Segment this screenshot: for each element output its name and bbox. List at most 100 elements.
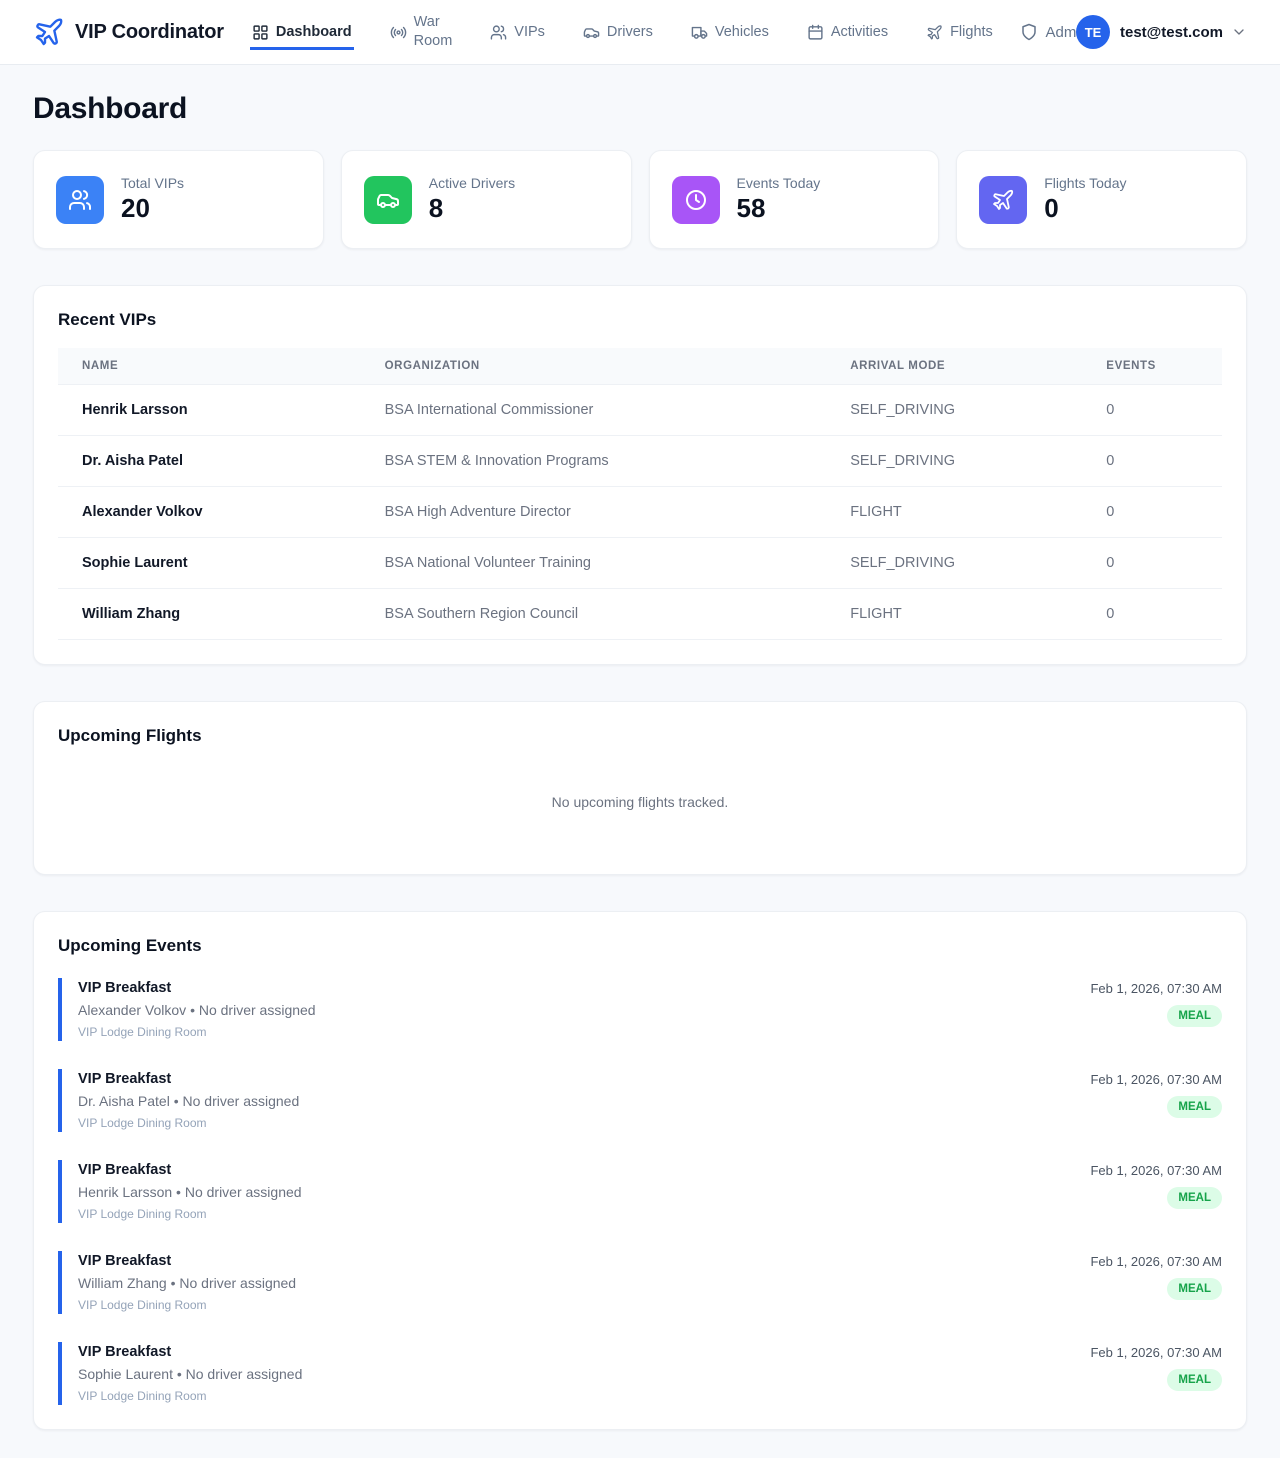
- event-type-badge: MEAL: [1167, 1096, 1222, 1118]
- user-email[interactable]: test@test.com: [1120, 24, 1223, 41]
- plane-icon: [979, 176, 1027, 224]
- table-row: Dr. Aisha Patel BSA STEM & Innovation Pr…: [58, 436, 1222, 487]
- clock-icon: [672, 176, 720, 224]
- event-title: VIP Breakfast: [78, 1253, 296, 1269]
- upcoming-events-title: Upcoming Events: [58, 936, 1222, 956]
- recent-vips-card: Recent VIPs NameOrganizationArrival Mode…: [33, 285, 1247, 665]
- column-header: Name: [58, 348, 361, 385]
- event-type-badge: MEAL: [1167, 1187, 1222, 1209]
- stats-row: Total VIPs 20 Active Drivers 8 Events To…: [33, 150, 1247, 249]
- event-title: VIP Breakfast: [78, 1344, 302, 1360]
- event-type-badge: MEAL: [1167, 1278, 1222, 1300]
- vip-arrival-mode: FLIGHT: [826, 487, 1082, 538]
- stat-label: Events Today: [737, 175, 821, 191]
- table-header-row: NameOrganizationArrival ModeEvents: [58, 348, 1222, 385]
- empty-flights-message: No upcoming flights tracked.: [58, 746, 1222, 850]
- nav-item-war-room[interactable]: War Room: [388, 7, 455, 60]
- car-icon: [583, 24, 600, 41]
- event-item: VIP Breakfast Dr. Aisha Patel • No drive…: [58, 1069, 1222, 1132]
- stat-label: Total VIPs: [121, 175, 184, 191]
- shield-icon: [1020, 23, 1038, 41]
- event-location: VIP Lodge Dining Room: [78, 1207, 302, 1221]
- vip-name: William Zhang: [58, 589, 361, 640]
- plane-icon: [926, 24, 943, 41]
- stat-value: 20: [121, 193, 184, 224]
- car-icon: [364, 176, 412, 224]
- recent-vips-table: NameOrganizationArrival ModeEvents Henri…: [58, 348, 1222, 640]
- event-type-badge: MEAL: [1167, 1005, 1222, 1027]
- vip-organization: BSA International Commissioner: [361, 385, 827, 436]
- event-datetime: Feb 1, 2026, 07:30 AM: [1090, 981, 1222, 996]
- users-icon: [490, 24, 507, 41]
- plane-logo-icon: [33, 16, 65, 48]
- stat-card: Events Today 58: [649, 150, 940, 249]
- nav-item-flights[interactable]: Flights: [924, 17, 995, 51]
- top-navbar: VIP Coordinator Dashboard War Room VIPs …: [0, 0, 1280, 65]
- event-datetime: Feb 1, 2026, 07:30 AM: [1090, 1345, 1222, 1360]
- event-datetime: Feb 1, 2026, 07:30 AM: [1090, 1254, 1222, 1269]
- recent-vips-title: Recent VIPs: [58, 310, 1222, 330]
- nav-item-activities[interactable]: Activities: [805, 17, 890, 51]
- upcoming-flights-card: Upcoming Flights No upcoming flights tra…: [33, 701, 1247, 875]
- brand-name: VIP Coordinator: [75, 21, 224, 44]
- chevron-down-icon[interactable]: [1231, 24, 1247, 40]
- main-content: Dashboard Total VIPs 20 Active Drivers 8: [0, 92, 1280, 1456]
- vip-name: Dr. Aisha Patel: [58, 436, 361, 487]
- nav-item-dashboard[interactable]: Dashboard: [250, 17, 354, 51]
- main-nav: Dashboard War Room VIPs Drivers Vehicles: [250, 7, 995, 57]
- column-header: Organization: [361, 348, 827, 385]
- nav-item-vips[interactable]: VIPs: [488, 17, 547, 51]
- avatar[interactable]: TE: [1076, 15, 1110, 49]
- page-title: Dashboard: [33, 92, 1247, 126]
- event-item: VIP Breakfast Henrik Larsson • No driver…: [58, 1160, 1222, 1223]
- column-header: Arrival Mode: [826, 348, 1082, 385]
- event-subtitle: Alexander Volkov • No driver assigned: [78, 1002, 316, 1018]
- vip-name: Henrik Larsson: [58, 385, 361, 436]
- nav-item-drivers[interactable]: Drivers: [581, 17, 655, 51]
- truck-icon: [691, 24, 708, 41]
- vip-events-count: 0: [1082, 385, 1222, 436]
- radio-icon: [390, 24, 407, 41]
- event-title: VIP Breakfast: [78, 1162, 302, 1178]
- bottom-spacer: [33, 1430, 1247, 1456]
- event-location: VIP Lodge Dining Room: [78, 1116, 299, 1130]
- event-datetime: Feb 1, 2026, 07:30 AM: [1090, 1072, 1222, 1087]
- calendar-icon: [807, 24, 824, 41]
- stat-label: Flights Today: [1044, 175, 1126, 191]
- stat-value: 58: [737, 193, 821, 224]
- vip-organization: BSA STEM & Innovation Programs: [361, 436, 827, 487]
- event-datetime: Feb 1, 2026, 07:30 AM: [1090, 1163, 1222, 1178]
- event-item: VIP Breakfast William Zhang • No driver …: [58, 1251, 1222, 1314]
- stat-label: Active Drivers: [429, 175, 515, 191]
- stat-value: 0: [1044, 193, 1126, 224]
- table-row: Henrik Larsson BSA International Commiss…: [58, 385, 1222, 436]
- stat-card: Flights Today 0: [956, 150, 1247, 249]
- event-type-badge: MEAL: [1167, 1369, 1222, 1391]
- vip-arrival-mode: SELF_DRIVING: [826, 436, 1082, 487]
- event-subtitle: Dr. Aisha Patel • No driver assigned: [78, 1093, 299, 1109]
- event-location: VIP Lodge Dining Room: [78, 1389, 302, 1403]
- event-location: VIP Lodge Dining Room: [78, 1025, 316, 1039]
- event-location: VIP Lodge Dining Room: [78, 1298, 296, 1312]
- vip-events-count: 0: [1082, 487, 1222, 538]
- stat-card: Total VIPs 20: [33, 150, 324, 249]
- vip-organization: BSA Southern Region Council: [361, 589, 827, 640]
- brand[interactable]: VIP Coordinator: [33, 16, 224, 48]
- vip-name: Sophie Laurent: [58, 538, 361, 589]
- upcoming-flights-title: Upcoming Flights: [58, 726, 1222, 746]
- stat-value: 8: [429, 193, 515, 224]
- vip-arrival-mode: FLIGHT: [826, 589, 1082, 640]
- event-title: VIP Breakfast: [78, 1071, 299, 1087]
- nav-item-vehicles[interactable]: Vehicles: [689, 17, 771, 51]
- event-item: VIP Breakfast Sophie Laurent • No driver…: [58, 1342, 1222, 1405]
- event-subtitle: William Zhang • No driver assigned: [78, 1275, 296, 1291]
- table-row: Sophie Laurent BSA National Volunteer Tr…: [58, 538, 1222, 589]
- table-row: Alexander Volkov BSA High Adventure Dire…: [58, 487, 1222, 538]
- vip-organization: BSA National Volunteer Training: [361, 538, 827, 589]
- stat-card: Active Drivers 8: [341, 150, 632, 249]
- vip-events-count: 0: [1082, 589, 1222, 640]
- column-header: Events: [1082, 348, 1222, 385]
- vip-events-count: 0: [1082, 436, 1222, 487]
- event-item: VIP Breakfast Alexander Volkov • No driv…: [58, 978, 1222, 1041]
- event-title: VIP Breakfast: [78, 980, 316, 996]
